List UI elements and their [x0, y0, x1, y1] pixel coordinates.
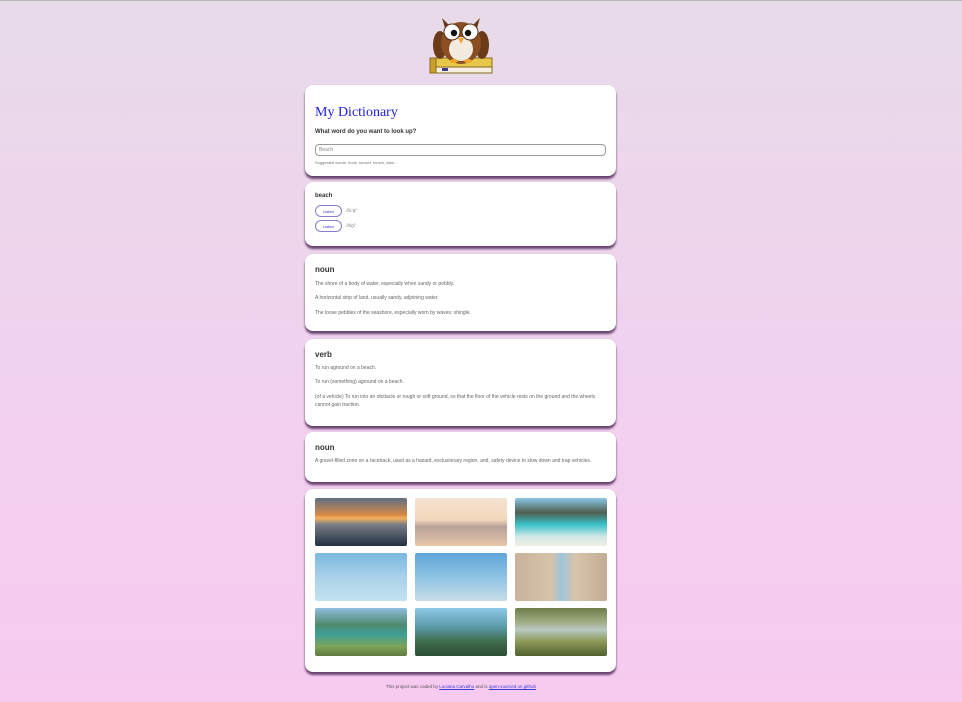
beach-photo[interactable] — [415, 498, 507, 546]
footer-middle: and is — [474, 684, 489, 689]
photos-card — [305, 489, 616, 672]
author-link[interactable]: Luciana Carvalho — [439, 684, 474, 689]
footer: This project was coded by Luciana Carval… — [0, 684, 922, 689]
phonetic-row: Listen /biːtʃ/ — [315, 205, 357, 217]
meaning-card: noun The shore of a body of water, espec… — [305, 254, 616, 331]
definition: To run aground on a beach. — [315, 365, 377, 371]
search-hint: Suggested words: book, sunset, beach, wi… — [315, 160, 398, 165]
beach-photo[interactable] — [315, 498, 407, 546]
beach-photo[interactable] — [315, 553, 407, 601]
phonetic-text: /bitʃ/ — [346, 223, 356, 229]
part-of-speech: noun — [315, 443, 335, 452]
beach-photo[interactable] — [315, 608, 407, 656]
app-title: My Dictionary — [315, 105, 398, 120]
phonetic-row: Listen /bitʃ/ — [315, 220, 356, 232]
window-top-border — [0, 0, 962, 1]
footer-prefix: This project was coded by — [385, 684, 440, 689]
word-heading: beach — [315, 193, 333, 199]
search-input[interactable] — [315, 144, 606, 156]
listen-button[interactable]: Listen — [315, 205, 342, 217]
beach-photo[interactable] — [415, 608, 507, 656]
word-card: beach Listen /biːtʃ/ Listen /bitʃ/ — [305, 182, 616, 246]
meaning-card: noun A gravel-filled zone on a racetrack… — [305, 432, 616, 482]
beach-photo[interactable] — [515, 498, 607, 546]
beach-photo[interactable] — [515, 553, 607, 601]
beach-photo[interactable] — [415, 553, 507, 601]
listen-button[interactable]: Listen — [315, 220, 342, 232]
definition: A gravel-filled zone on a racetrack, use… — [315, 458, 592, 464]
definition: The shore of a body of water, especially… — [315, 281, 455, 287]
definition: The loose pebbles of the seashore, espec… — [315, 310, 471, 316]
beach-photo[interactable] — [515, 608, 607, 656]
part-of-speech: noun — [315, 265, 335, 274]
search-question: What word do you want to look up? — [315, 129, 417, 135]
definition: To run (something) aground on a beach. — [315, 379, 404, 385]
meaning-card: verb To run aground on a beach. To run (… — [305, 339, 616, 426]
definition: (of a vehicle) To run into an obstacle o… — [315, 394, 596, 408]
github-link[interactable]: open-sourced on github — [489, 684, 536, 689]
owl-on-book-icon — [429, 18, 493, 74]
part-of-speech: verb — [315, 350, 332, 359]
definition: A horizontal strip of land, usually sand… — [315, 295, 439, 301]
search-card: My Dictionary What word do you want to l… — [305, 85, 616, 176]
phonetic-text: /biːtʃ/ — [346, 208, 357, 214]
